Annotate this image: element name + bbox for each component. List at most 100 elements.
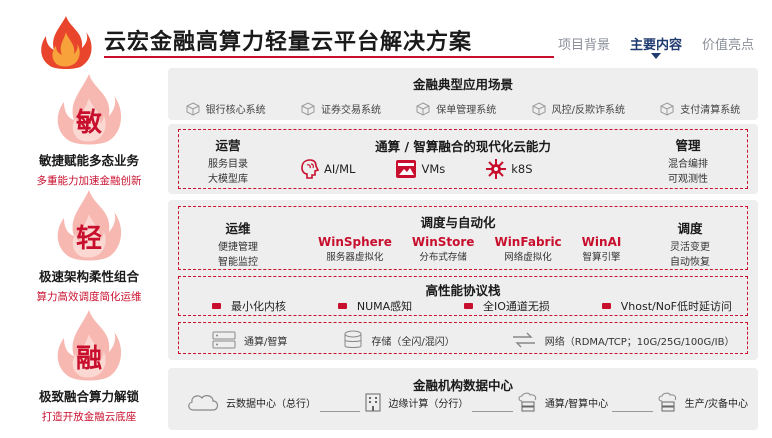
scenarios-panel: 金融典型应用场景 银行核心系统 证券交易系统 保单管理系统 风控/反欺诈系统 支… <box>168 68 758 120</box>
bullet-icon <box>463 303 473 309</box>
product-item: WinAI 智算引擎 <box>582 235 622 263</box>
capability-title: 通算 / 智算融合的现代化云能力 <box>375 139 551 154</box>
infra-label: 网络（RDMA/TCP；10G/25G/100G/IB） <box>544 336 735 348</box>
tech-item: AI/ML <box>300 158 355 180</box>
top-nav: 项目背景 主要内容 价值亮点 <box>558 34 754 59</box>
flame-logo-icon <box>41 16 92 69</box>
mgmt-block: 管理 混合编排 可观测性 <box>668 135 708 187</box>
nav-item-label: 主要内容 <box>629 38 682 53</box>
protocol-label: 全IO通道无损 <box>482 300 550 313</box>
tech-item: VMs <box>395 159 445 179</box>
pillar-fusion: 融 极致融合算力解锁 打造开放金融云底座 <box>20 308 158 424</box>
datacenter-item: 云数据中心（总行） <box>182 392 320 412</box>
page-title: 云宏金融高算力轻量云平台解决方案 <box>104 30 473 55</box>
product-desc: 智算引擎 <box>582 252 621 263</box>
product-name: WinStore <box>411 235 475 249</box>
server-icon <box>212 331 236 349</box>
scenario-item: 证券交易系统 <box>301 101 381 116</box>
protocol-label: NUMA感知 <box>356 300 413 313</box>
dispatch-block: 调度 灵活变更 自动恢复 <box>670 218 710 270</box>
cube-icon <box>186 101 200 116</box>
maint-item: 智能监控 <box>218 257 258 268</box>
protocol-label: 最小化内核 <box>231 300 286 313</box>
protocol-item: Vhost/NoF低时延访问 <box>601 298 732 314</box>
protocol-item: 最小化内核 <box>212 298 286 314</box>
scenario-item: 支付清算系统 <box>660 101 740 116</box>
cloud-server-icon <box>658 392 676 412</box>
flame-badge: 敏 <box>54 72 124 146</box>
datacenter-label: 通算/智算中心 <box>544 398 609 410</box>
protocol-label: Vhost/NoF低时延访问 <box>620 300 732 313</box>
cube-icon <box>416 101 430 116</box>
network-arrows-icon <box>512 332 535 348</box>
datacenter-item: 边缘计算（分行） <box>360 392 473 412</box>
infra-label: 通算/智算 <box>244 336 288 348</box>
scenario-label: 证券交易系统 <box>320 105 381 116</box>
datacenter-panel: 金融机构数据中心 云数据中心（总行） 边缘计算（分行） 通算/智算中心 生产/灾… <box>168 368 758 430</box>
ops-block: 运营 服务目录 大模型库 <box>208 135 248 187</box>
bullet-icon <box>601 303 611 309</box>
dispatch-item: 灵活变更 <box>670 242 710 253</box>
cube-icon <box>532 101 546 116</box>
bullet-icon <box>212 303 221 309</box>
capability-panel: 运营 服务目录 大模型库 通算 / 智算融合的现代化云能力 AI/ML VMs … <box>168 124 758 194</box>
products-row: WinSphere 服务器虚拟化 WinStore 分布式存储 WinFabric 网… <box>318 235 621 263</box>
storage-icon <box>344 330 362 348</box>
maint-block: 运维 便捷管理 智能监控 <box>218 218 258 270</box>
product-item: WinFabric 网络虚拟化 <box>494 235 561 263</box>
datacenter-label: 边缘计算（分行） <box>388 398 469 410</box>
product-item: WinStore 分布式存储 <box>412 235 475 263</box>
cloud-server-icon <box>518 392 536 412</box>
product-name: WinAI <box>581 235 622 249</box>
ops-title: 运营 <box>215 138 241 153</box>
protocol-list: 最小化内核 NUMA感知 全IO通道无损 Vhost/NoF低时延访问 <box>212 298 732 314</box>
pillar-subtitle: 算力高效调度简化运维 <box>36 291 142 303</box>
scenario-item: 银行核心系统 <box>186 101 266 116</box>
tech-label: VMs <box>421 162 446 176</box>
dispatch-item: 自动恢复 <box>670 257 710 268</box>
scenario-label: 保单管理系统 <box>436 105 497 116</box>
datacenter-list: 云数据中心（总行） 边缘计算（分行） 通算/智算中心 生产/灾备中心 <box>182 392 752 412</box>
tech-row: AI/ML VMs k8S <box>300 158 533 180</box>
kubernetes-icon <box>486 159 507 179</box>
ops-item: 服务目录 <box>208 159 248 170</box>
scenarios-title: 金融典型应用场景 <box>412 77 513 92</box>
protocol-item: NUMA感知 <box>337 298 413 314</box>
building-icon <box>365 393 381 412</box>
pillar-title: 极致融合算力解锁 <box>38 389 139 404</box>
mgmt-item: 混合编排 <box>668 159 708 170</box>
pillar-title: 极速架构柔性组合 <box>38 269 139 284</box>
nav-item-background[interactable]: 项目背景 <box>558 34 610 53</box>
vm-icon <box>396 160 417 178</box>
dispatch-title: 调度 <box>677 221 703 236</box>
pillar-char: 融 <box>75 344 102 374</box>
scenario-item: 风控/反欺诈系统 <box>532 101 625 116</box>
scenario-label: 银行核心系统 <box>205 105 266 116</box>
ops-item: 大模型库 <box>208 174 248 185</box>
pillar-agile: 敏 敏捷赋能多态业务 多重能力加速金融创新 <box>20 72 158 188</box>
platform-panel: 运维 便捷管理 智能监控 调度与自动化 WinSphere 服务器虚拟化 WinS… <box>168 200 758 360</box>
protocol-item: 全IO通道无损 <box>463 298 550 314</box>
infra-label: 存储（全闪/混闪） <box>371 336 455 348</box>
nav-item-main-content[interactable]: 主要内容 <box>629 34 682 59</box>
scenario-item: 保单管理系统 <box>416 101 496 116</box>
pillar-char: 轻 <box>75 224 102 254</box>
infra-list: 通算/智算 存储（全闪/混闪） 网络（RDMA/TCP；10G/25G/100G… <box>212 330 734 350</box>
product-desc: 分布式存储 <box>419 252 467 263</box>
bullet-icon <box>337 303 347 309</box>
nav-item-value-highlights[interactable]: 价值亮点 <box>702 34 754 53</box>
product-item: WinSphere 服务器虚拟化 <box>318 235 392 263</box>
scenario-label: 支付清算系统 <box>680 105 741 116</box>
scheduling-title: 调度与自动化 <box>420 215 496 230</box>
pillar-title: 敏捷赋能多态业务 <box>38 153 139 168</box>
pillar-char: 敏 <box>75 108 102 138</box>
cloud-icon <box>188 395 219 411</box>
infra-item: 通算/智算 <box>212 331 287 349</box>
scenario-label: 风控/反欺诈系统 <box>551 105 625 116</box>
infra-item: 存储（全闪/混闪） <box>343 330 455 350</box>
cube-icon <box>660 101 674 116</box>
product-desc: 网络虚拟化 <box>504 252 552 263</box>
datacenter-label: 生产/灾备中心 <box>684 398 748 410</box>
datacenter-label: 云数据中心（总行） <box>226 398 316 410</box>
pillar-light: 轻 极速架构柔性组合 算力高效调度简化运维 <box>20 188 158 304</box>
